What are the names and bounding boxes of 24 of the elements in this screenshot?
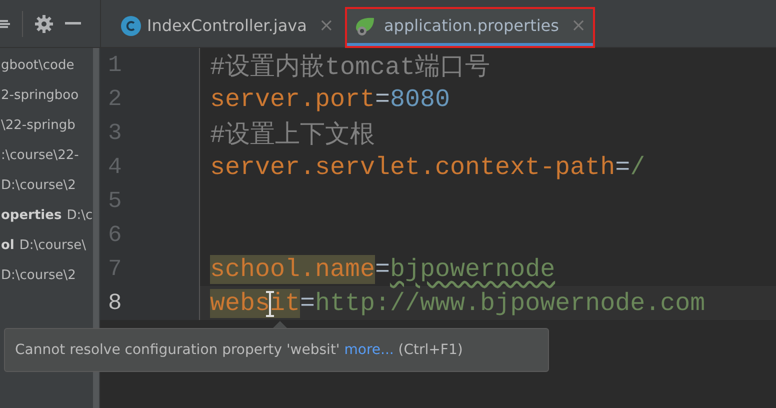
file-path[interactable]: 2-springboo: [1, 88, 79, 102]
file-path[interactable]: D:\course\: [19, 238, 86, 252]
file-path[interactable]: D:\c: [66, 208, 93, 222]
file-path[interactable]: D:\course\2: [1, 178, 76, 192]
code-line: school.name=bjpowernode: [209, 254, 556, 284]
file-path[interactable]: D:\course\2: [1, 268, 76, 282]
file-path[interactable]: :\course\22-: [1, 148, 79, 162]
minimize-icon[interactable]: [65, 22, 81, 26]
file-name[interactable]: operties: [1, 208, 62, 222]
tab-label: application.properties: [384, 16, 559, 35]
class-icon: [121, 16, 141, 36]
tab-label: IndexController.java: [147, 16, 307, 35]
editor-tab[interactable]: application.properties ×: [346, 8, 594, 47]
file-path[interactable]: \22-springb: [1, 118, 76, 132]
code-line: server.port=8080: [209, 84, 450, 114]
tooltip-text: Cannot resolve configuration property 'websit' more... (Ctrl+F1): [15, 342, 463, 358]
code-line: #设置内嵌tomcat端口号: [209, 52, 490, 82]
editor-tab[interactable]: IndexController.java ×: [113, 8, 342, 47]
more-link[interactable]: more...: [344, 342, 394, 358]
code-line: #设置上下文根: [209, 120, 376, 150]
file-path[interactable]: gboot\code: [1, 58, 74, 72]
file-name[interactable]: ol: [1, 238, 14, 252]
code-line: server.servlet.context-path=/: [209, 152, 646, 182]
settings-icon[interactable]: [35, 14, 53, 32]
